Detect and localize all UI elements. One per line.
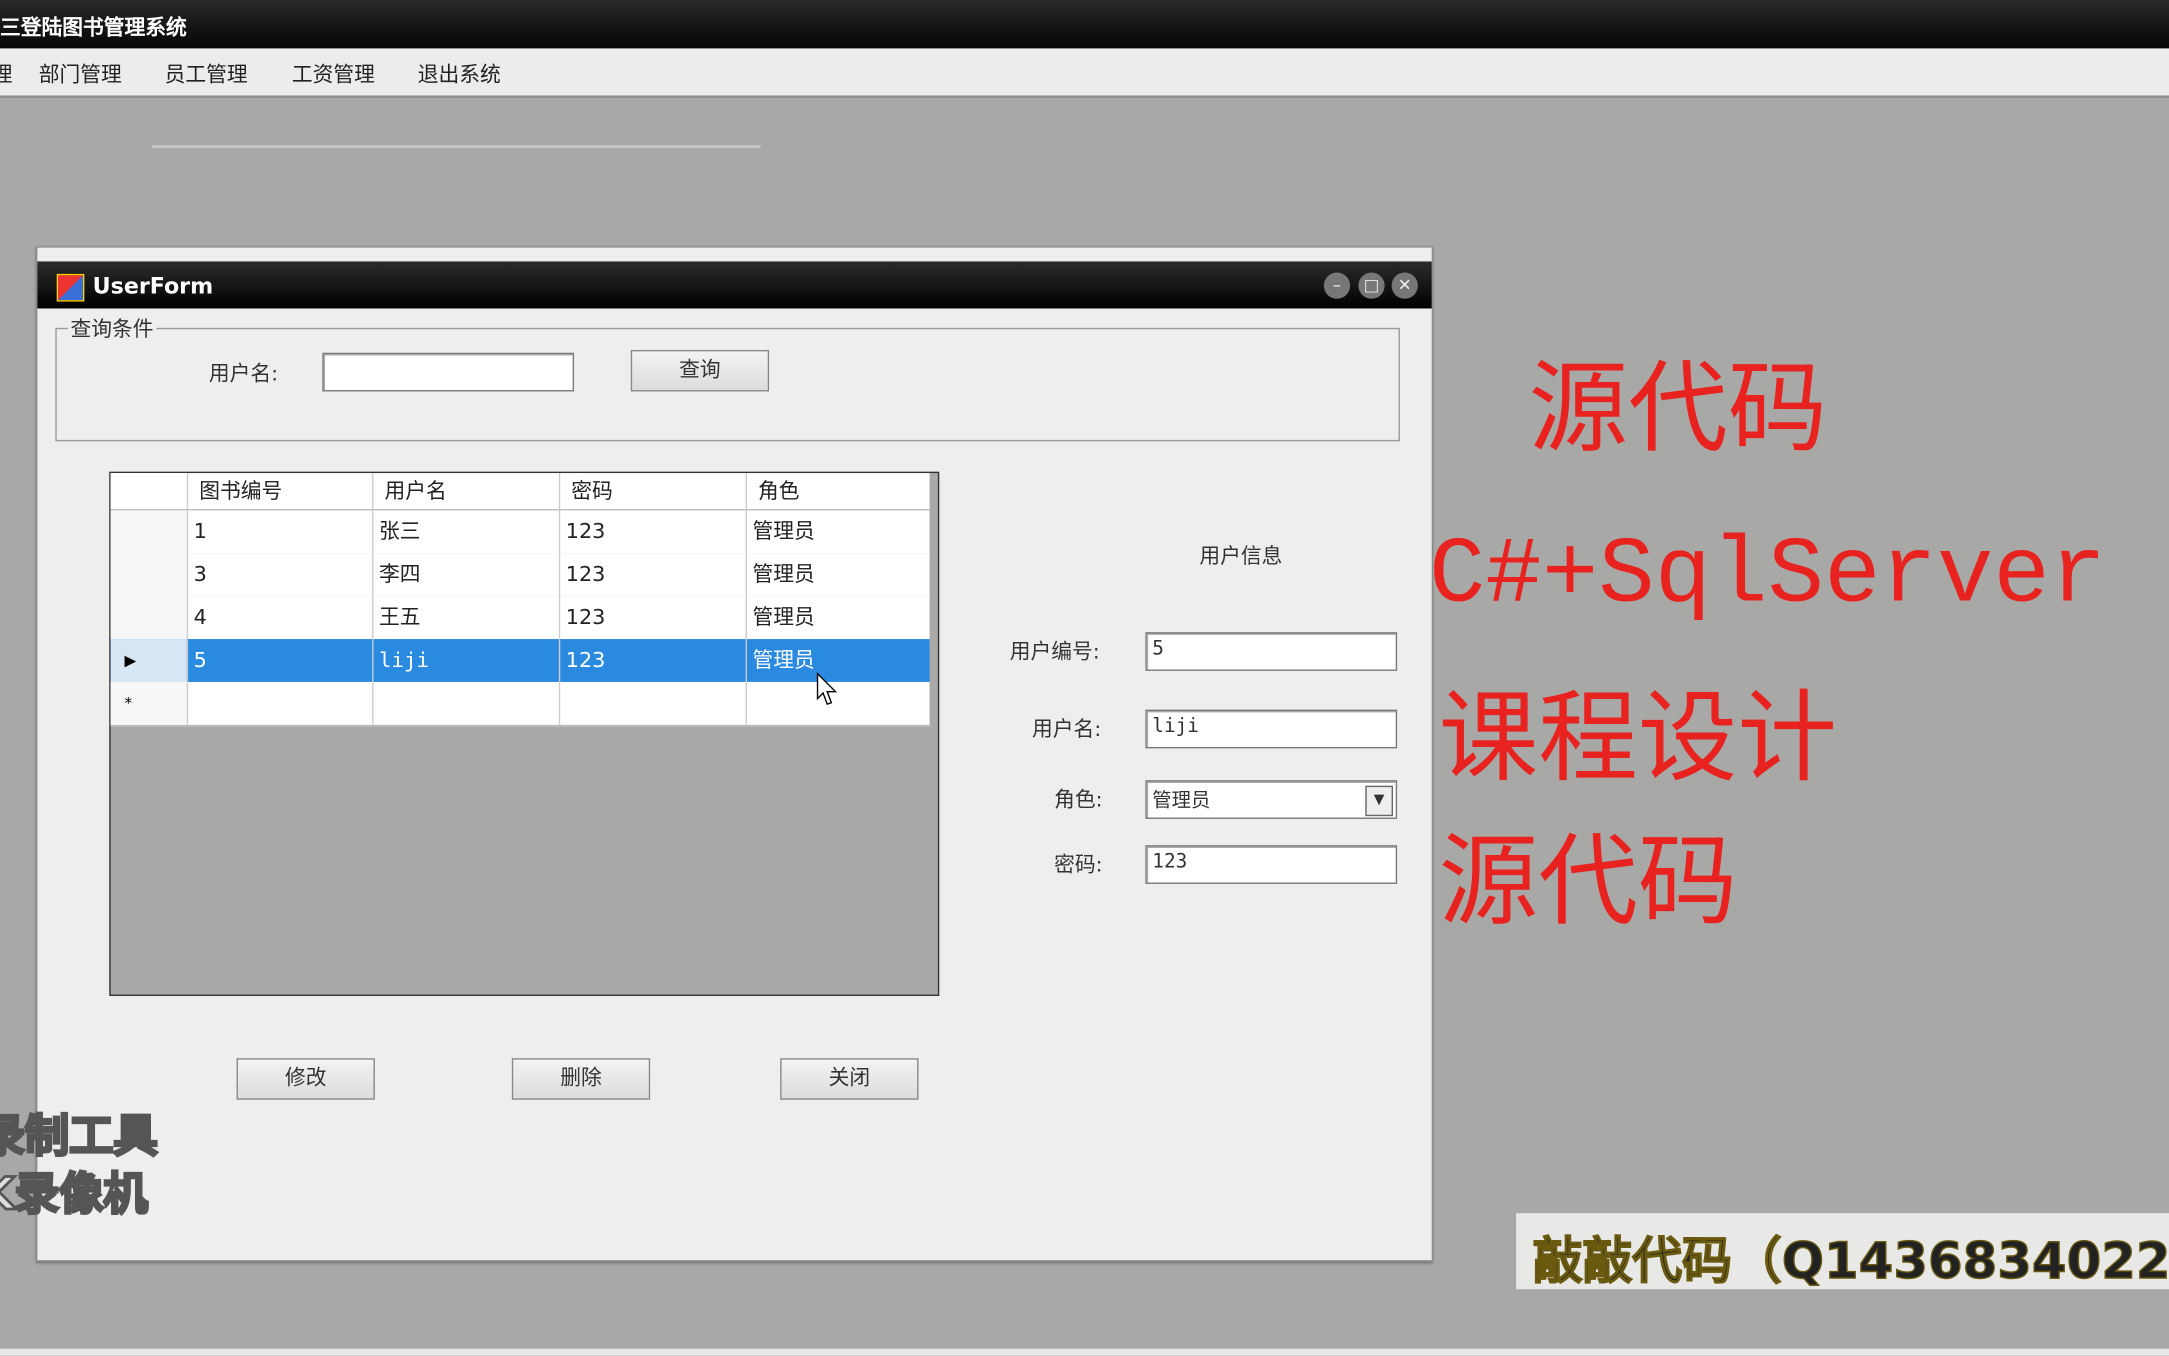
menu-item-department[interactable]: 部门管理 bbox=[39, 59, 122, 88]
row-header-corner bbox=[110, 473, 187, 510]
overlay-course-design: 课程设计 bbox=[1438, 679, 1838, 796]
overlay-tech-stack: C#+SqlServer bbox=[1428, 522, 2107, 630]
menu-item-salary[interactable]: 工资管理 bbox=[292, 59, 375, 88]
cell-username[interactable]: 张三 bbox=[372, 510, 559, 554]
query-username-label: 用户名: bbox=[208, 361, 279, 386]
query-group-legend: 查询条件 bbox=[67, 314, 157, 344]
cell-username[interactable]: 李四 bbox=[372, 553, 559, 597]
table-row[interactable]: 4 王五 123 管理员 bbox=[110, 596, 930, 641]
table-row[interactable]: 3 李四 123 管理员 bbox=[110, 553, 930, 598]
cell-id[interactable] bbox=[186, 681, 372, 725]
username-input[interactable]: liji bbox=[1145, 709, 1398, 749]
watermark-line-2: K录像机 bbox=[0, 1166, 149, 1221]
current-row-marker-icon[interactable]: ▶ bbox=[110, 639, 187, 682]
role-select[interactable]: 管理员 ▼ bbox=[1145, 780, 1398, 819]
menu-bar: 理 部门管理 员工管理 工资管理 退出系统 bbox=[0, 48, 2169, 99]
cell-id[interactable]: 3 bbox=[186, 553, 372, 597]
promo-banner: 敲敲代码（Q1436834022） bbox=[1516, 1213, 2169, 1291]
close-button[interactable]: 关闭 bbox=[780, 1058, 919, 1100]
role-label: 角色: bbox=[1054, 787, 1103, 812]
bottom-bar bbox=[0, 1348, 2169, 1356]
new-row-marker-icon[interactable]: * bbox=[110, 681, 187, 725]
window-title: UserForm bbox=[92, 272, 214, 299]
delete-button[interactable]: 删除 bbox=[511, 1058, 651, 1100]
table-row-selected[interactable]: ▶ 5 liji 123 管理员 bbox=[110, 639, 930, 684]
divider bbox=[152, 145, 761, 149]
cell-password[interactable]: 123 bbox=[558, 639, 746, 682]
userform-window: UserForm – □ ✕ 查询条件 用户名: 查询 图书编号 用户名 密码 … bbox=[35, 246, 1434, 1262]
cell-username[interactable]: liji bbox=[372, 639, 559, 682]
overlay-source-code-2: 源代码 bbox=[1438, 823, 1738, 940]
close-icon[interactable]: ✕ bbox=[1391, 272, 1418, 299]
watermark-line-1: 录制工具 bbox=[0, 1108, 159, 1163]
app-title-bar: 三登陆图书管理系统 bbox=[0, 0, 2169, 49]
edit-button[interactable]: 修改 bbox=[236, 1058, 375, 1100]
cell-id[interactable]: 4 bbox=[186, 596, 372, 640]
password-label: 密码: bbox=[1054, 852, 1103, 878]
row-header[interactable] bbox=[110, 510, 187, 554]
column-header-role[interactable]: 角色 bbox=[745, 473, 930, 510]
cell-password[interactable] bbox=[558, 681, 746, 725]
cell-username[interactable]: 王五 bbox=[372, 596, 559, 640]
username-label: 用户名: bbox=[1031, 716, 1102, 742]
menu-item-partial[interactable]: 理 bbox=[0, 59, 12, 88]
cell-role[interactable]: 管理员 bbox=[745, 596, 930, 640]
column-header-username[interactable]: 用户名 bbox=[372, 473, 559, 510]
query-button[interactable]: 查询 bbox=[630, 349, 770, 392]
cell-username[interactable] bbox=[372, 681, 559, 725]
app-title: 三登陆图书管理系统 bbox=[0, 15, 187, 41]
chevron-down-icon[interactable]: ▼ bbox=[1365, 785, 1393, 817]
query-username-input[interactable] bbox=[322, 352, 575, 392]
cell-password[interactable]: 123 bbox=[558, 553, 746, 597]
user-id-input[interactable]: 5 bbox=[1145, 632, 1398, 671]
user-grid[interactable]: 图书编号 用户名 密码 角色 1 张三 123 管理员 3 李四 123 管理员 bbox=[109, 471, 940, 996]
mouse-cursor-icon bbox=[816, 672, 838, 705]
cell-password[interactable]: 123 bbox=[558, 510, 746, 554]
maximize-icon[interactable]: □ bbox=[1358, 272, 1385, 299]
user-id-label: 用户编号: bbox=[1009, 639, 1100, 664]
row-header[interactable] bbox=[110, 596, 187, 640]
grid-header: 图书编号 用户名 密码 角色 bbox=[110, 473, 930, 511]
column-header-id[interactable]: 图书编号 bbox=[186, 473, 372, 510]
recorder-watermark: 录制工具 K录像机 bbox=[0, 1107, 159, 1223]
role-select-value: 管理员 bbox=[1152, 789, 1211, 812]
menu-item-exit[interactable]: 退出系统 bbox=[418, 59, 501, 88]
user-info-heading: 用户信息 bbox=[1199, 543, 1283, 569]
new-row[interactable]: * bbox=[110, 681, 930, 727]
overlay-source-code-1: 源代码 bbox=[1528, 349, 1828, 467]
minimize-icon[interactable]: – bbox=[1323, 272, 1351, 299]
window-title-bar[interactable]: UserForm – □ ✕ bbox=[37, 261, 1432, 309]
row-header[interactable] bbox=[110, 553, 187, 597]
column-header-password[interactable]: 密码 bbox=[558, 473, 746, 510]
promo-text: 敲敲代码（Q1436834022） bbox=[1532, 1233, 2169, 1291]
menu-item-employee[interactable]: 员工管理 bbox=[165, 59, 248, 88]
cell-id[interactable]: 1 bbox=[186, 510, 372, 554]
table-row[interactable]: 1 张三 123 管理员 bbox=[110, 510, 930, 555]
cell-role[interactable]: 管理员 bbox=[745, 510, 930, 554]
app-icon bbox=[56, 273, 85, 302]
cell-password[interactable]: 123 bbox=[558, 596, 746, 640]
cell-role[interactable]: 管理员 bbox=[745, 553, 930, 597]
cell-id[interactable]: 5 bbox=[186, 639, 372, 682]
password-input[interactable]: 123 bbox=[1145, 845, 1398, 884]
